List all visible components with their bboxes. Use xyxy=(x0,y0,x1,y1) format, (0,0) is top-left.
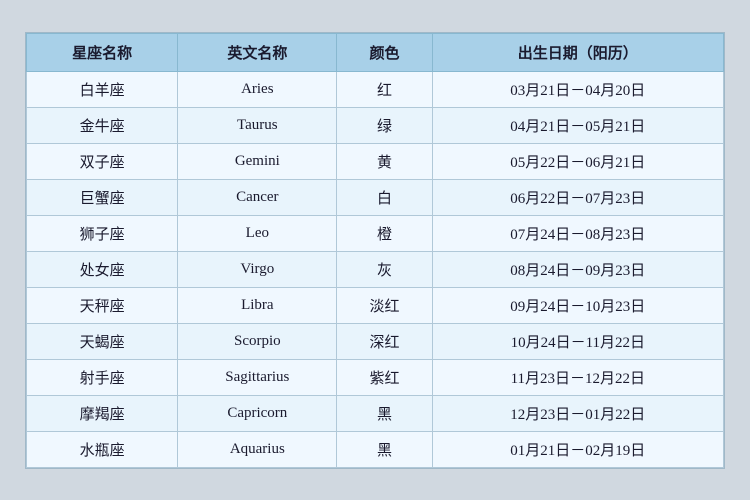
cell-color: 黑 xyxy=(337,431,432,467)
col-header-color: 颜色 xyxy=(337,33,432,71)
cell-date: 11月23日－12月22日 xyxy=(432,359,723,395)
cell-date: 09月24日－10月23日 xyxy=(432,287,723,323)
cell-chinese: 巨蟹座 xyxy=(27,179,178,215)
table-row: 处女座Virgo灰08月24日－09月23日 xyxy=(27,251,724,287)
table-row: 金牛座Taurus绿04月21日－05月21日 xyxy=(27,107,724,143)
cell-color: 黄 xyxy=(337,143,432,179)
cell-chinese: 狮子座 xyxy=(27,215,178,251)
col-header-chinese: 星座名称 xyxy=(27,33,178,71)
cell-english: Aquarius xyxy=(178,431,337,467)
cell-date: 05月22日－06月21日 xyxy=(432,143,723,179)
cell-date: 07月24日－08月23日 xyxy=(432,215,723,251)
cell-english: Sagittarius xyxy=(178,359,337,395)
cell-english: Capricorn xyxy=(178,395,337,431)
cell-english: Cancer xyxy=(178,179,337,215)
cell-chinese: 天蝎座 xyxy=(27,323,178,359)
cell-english: Aries xyxy=(178,71,337,107)
cell-color: 黑 xyxy=(337,395,432,431)
zodiac-table-container: 星座名称 英文名称 颜色 出生日期（阳历） 白羊座Aries红03月21日－04… xyxy=(25,32,725,469)
table-row: 双子座Gemini黄05月22日－06月21日 xyxy=(27,143,724,179)
cell-color: 绿 xyxy=(337,107,432,143)
cell-color: 深红 xyxy=(337,323,432,359)
cell-english: Leo xyxy=(178,215,337,251)
cell-color: 灰 xyxy=(337,251,432,287)
cell-chinese: 摩羯座 xyxy=(27,395,178,431)
cell-chinese: 水瓶座 xyxy=(27,431,178,467)
table-row: 天秤座Libra淡红09月24日－10月23日 xyxy=(27,287,724,323)
cell-english: Gemini xyxy=(178,143,337,179)
cell-color: 紫红 xyxy=(337,359,432,395)
cell-date: 01月21日－02月19日 xyxy=(432,431,723,467)
cell-chinese: 处女座 xyxy=(27,251,178,287)
cell-color: 白 xyxy=(337,179,432,215)
table-row: 白羊座Aries红03月21日－04月20日 xyxy=(27,71,724,107)
cell-color: 红 xyxy=(337,71,432,107)
table-header-row: 星座名称 英文名称 颜色 出生日期（阳历） xyxy=(27,33,724,71)
table-row: 射手座Sagittarius紫红11月23日－12月22日 xyxy=(27,359,724,395)
table-row: 摩羯座Capricorn黑12月23日－01月22日 xyxy=(27,395,724,431)
cell-chinese: 白羊座 xyxy=(27,71,178,107)
cell-date: 12月23日－01月22日 xyxy=(432,395,723,431)
cell-date: 03月21日－04月20日 xyxy=(432,71,723,107)
cell-english: Taurus xyxy=(178,107,337,143)
cell-chinese: 射手座 xyxy=(27,359,178,395)
cell-english: Libra xyxy=(178,287,337,323)
table-row: 天蝎座Scorpio深红10月24日－11月22日 xyxy=(27,323,724,359)
cell-chinese: 金牛座 xyxy=(27,107,178,143)
col-header-date: 出生日期（阳历） xyxy=(432,33,723,71)
table-row: 巨蟹座Cancer白06月22日－07月23日 xyxy=(27,179,724,215)
cell-english: Scorpio xyxy=(178,323,337,359)
cell-date: 04月21日－05月21日 xyxy=(432,107,723,143)
cell-chinese: 天秤座 xyxy=(27,287,178,323)
cell-english: Virgo xyxy=(178,251,337,287)
zodiac-table: 星座名称 英文名称 颜色 出生日期（阳历） 白羊座Aries红03月21日－04… xyxy=(26,33,724,468)
cell-chinese: 双子座 xyxy=(27,143,178,179)
cell-color: 淡红 xyxy=(337,287,432,323)
col-header-english: 英文名称 xyxy=(178,33,337,71)
cell-color: 橙 xyxy=(337,215,432,251)
cell-date: 10月24日－11月22日 xyxy=(432,323,723,359)
cell-date: 06月22日－07月23日 xyxy=(432,179,723,215)
cell-date: 08月24日－09月23日 xyxy=(432,251,723,287)
table-row: 狮子座Leo橙07月24日－08月23日 xyxy=(27,215,724,251)
table-row: 水瓶座Aquarius黑01月21日－02月19日 xyxy=(27,431,724,467)
